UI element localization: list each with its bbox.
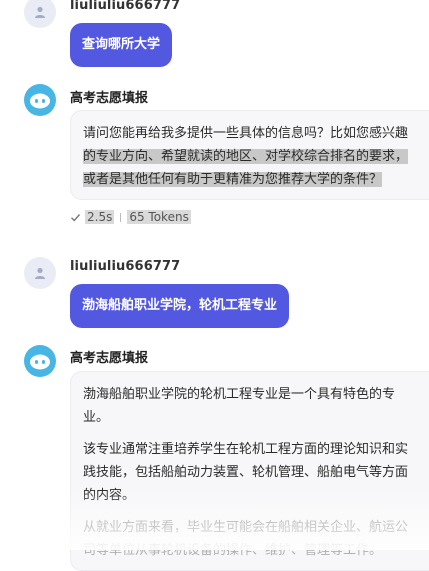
bot-message-line: 该专业通常注重培养学生在轮机工程方面的理论知识和实 (83, 442, 409, 457)
token-count: 65 Tokens (127, 210, 191, 224)
robot-icon (30, 354, 50, 370)
user-icon (35, 267, 45, 279)
robot-icon (30, 93, 50, 109)
bot-message-line: 从就业方面来看，毕业生可能会在船舶相关企业、航运公 (83, 520, 409, 535)
response-time: 2.5s (85, 210, 115, 224)
user-message-bubble: 查询哪所大学 (70, 23, 173, 67)
bot-message-line-highlighted: 的专业方向、希望就读的地区、对学校综合排名的要求， (83, 149, 409, 164)
response-meta: 2.5s 65 Tokens (70, 210, 191, 224)
bot-message-line: 渤海船舶职业学院的轮机工程专业是一个具有特色的专 (83, 387, 396, 402)
user-icon (35, 6, 45, 18)
bot-name: 高考志愿填报 (70, 351, 149, 366)
bot-message-line: 的内容。 (83, 488, 136, 503)
bot-avatar (24, 345, 56, 377)
bot-name: 高考志愿填报 (70, 91, 149, 106)
user-message-bubble: 渤海船舶职业学院，轮机工程专业 (70, 284, 290, 328)
bot-message-line-highlighted: 或者是其他任何有助于更精准为您推荐大学的条件？ (83, 172, 383, 187)
username: liuliuliu666777 (70, 0, 181, 13)
bot-message-card: 请问您能再给我多提供一些具体的信息吗？比如您感兴趣 的专业方向、希望就读的地区、… (70, 110, 429, 200)
bot-avatar (24, 84, 56, 116)
bot-message-line: 司等单位从事轮机设备的操作、维护、管理等工作。 (83, 543, 383, 558)
bot-message-line: 践技能，包括船舶动力装置、轮机管理、船舶电气等方面 (83, 465, 409, 480)
bot-message-card: 渤海船舶职业学院的轮机工程专业是一个具有特色的专 业。 该专业通常注重培养学生在… (70, 371, 429, 571)
check-icon (71, 213, 81, 222)
user-avatar (24, 0, 56, 28)
bot-message-line: 业。 (83, 410, 110, 425)
username: liuliuliu666777 (70, 259, 181, 274)
user-avatar (24, 257, 56, 289)
meta-divider (120, 212, 122, 222)
bot-message-line: 请问您能再给我多提供一些具体的信息吗？比如您感兴趣 (83, 126, 409, 141)
